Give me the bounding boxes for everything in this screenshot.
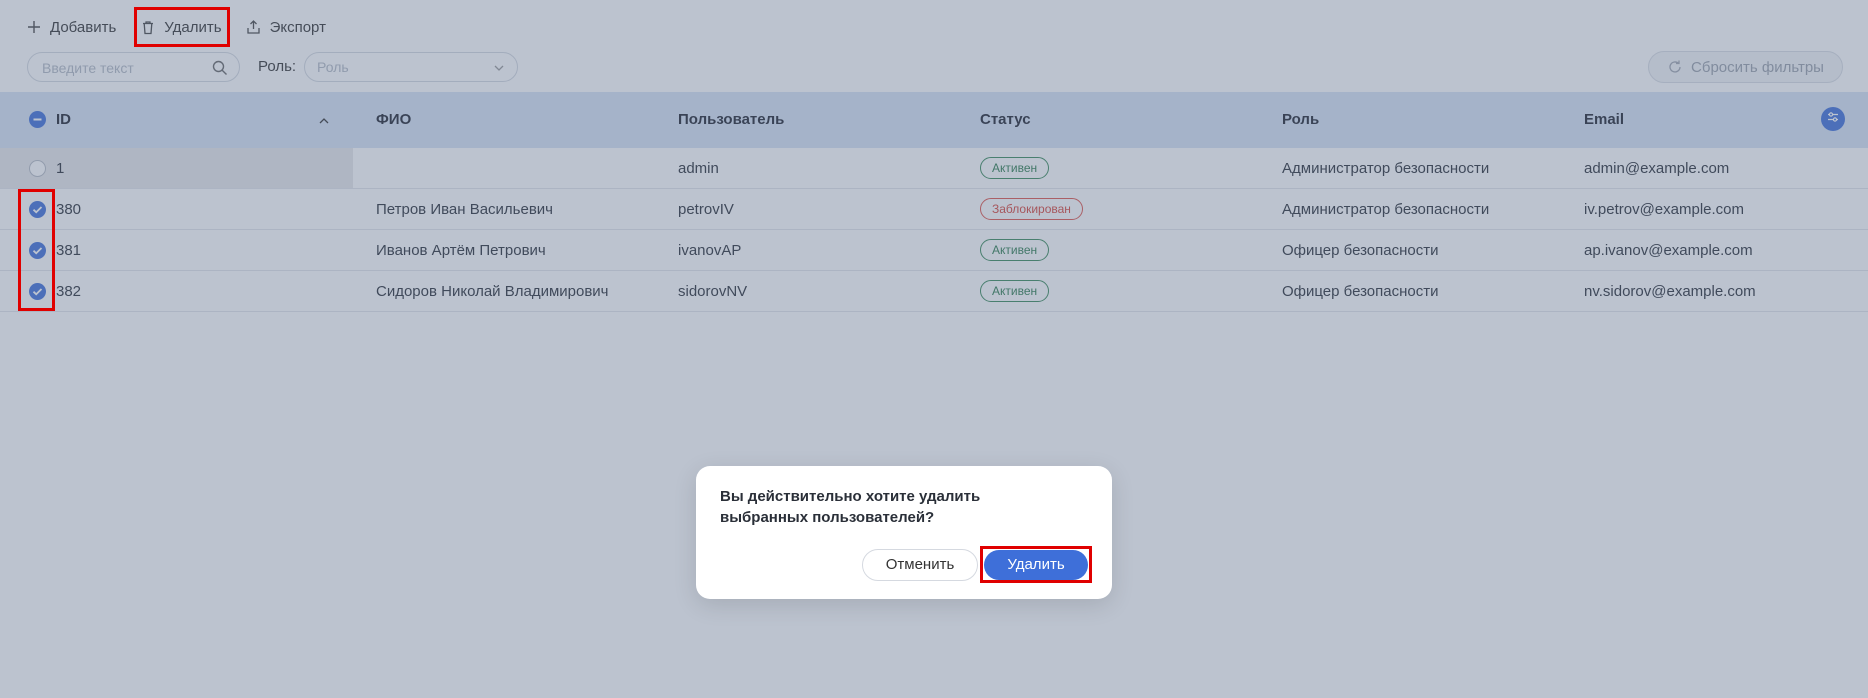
- highlight-delete-button: [134, 7, 230, 47]
- highlight-selected-checkboxes: [18, 189, 55, 311]
- cancel-button[interactable]: Отменить: [862, 549, 978, 581]
- highlight-confirm-button: [980, 546, 1092, 583]
- dialog-message: Вы действительно хотите удалить выбранны…: [720, 488, 981, 526]
